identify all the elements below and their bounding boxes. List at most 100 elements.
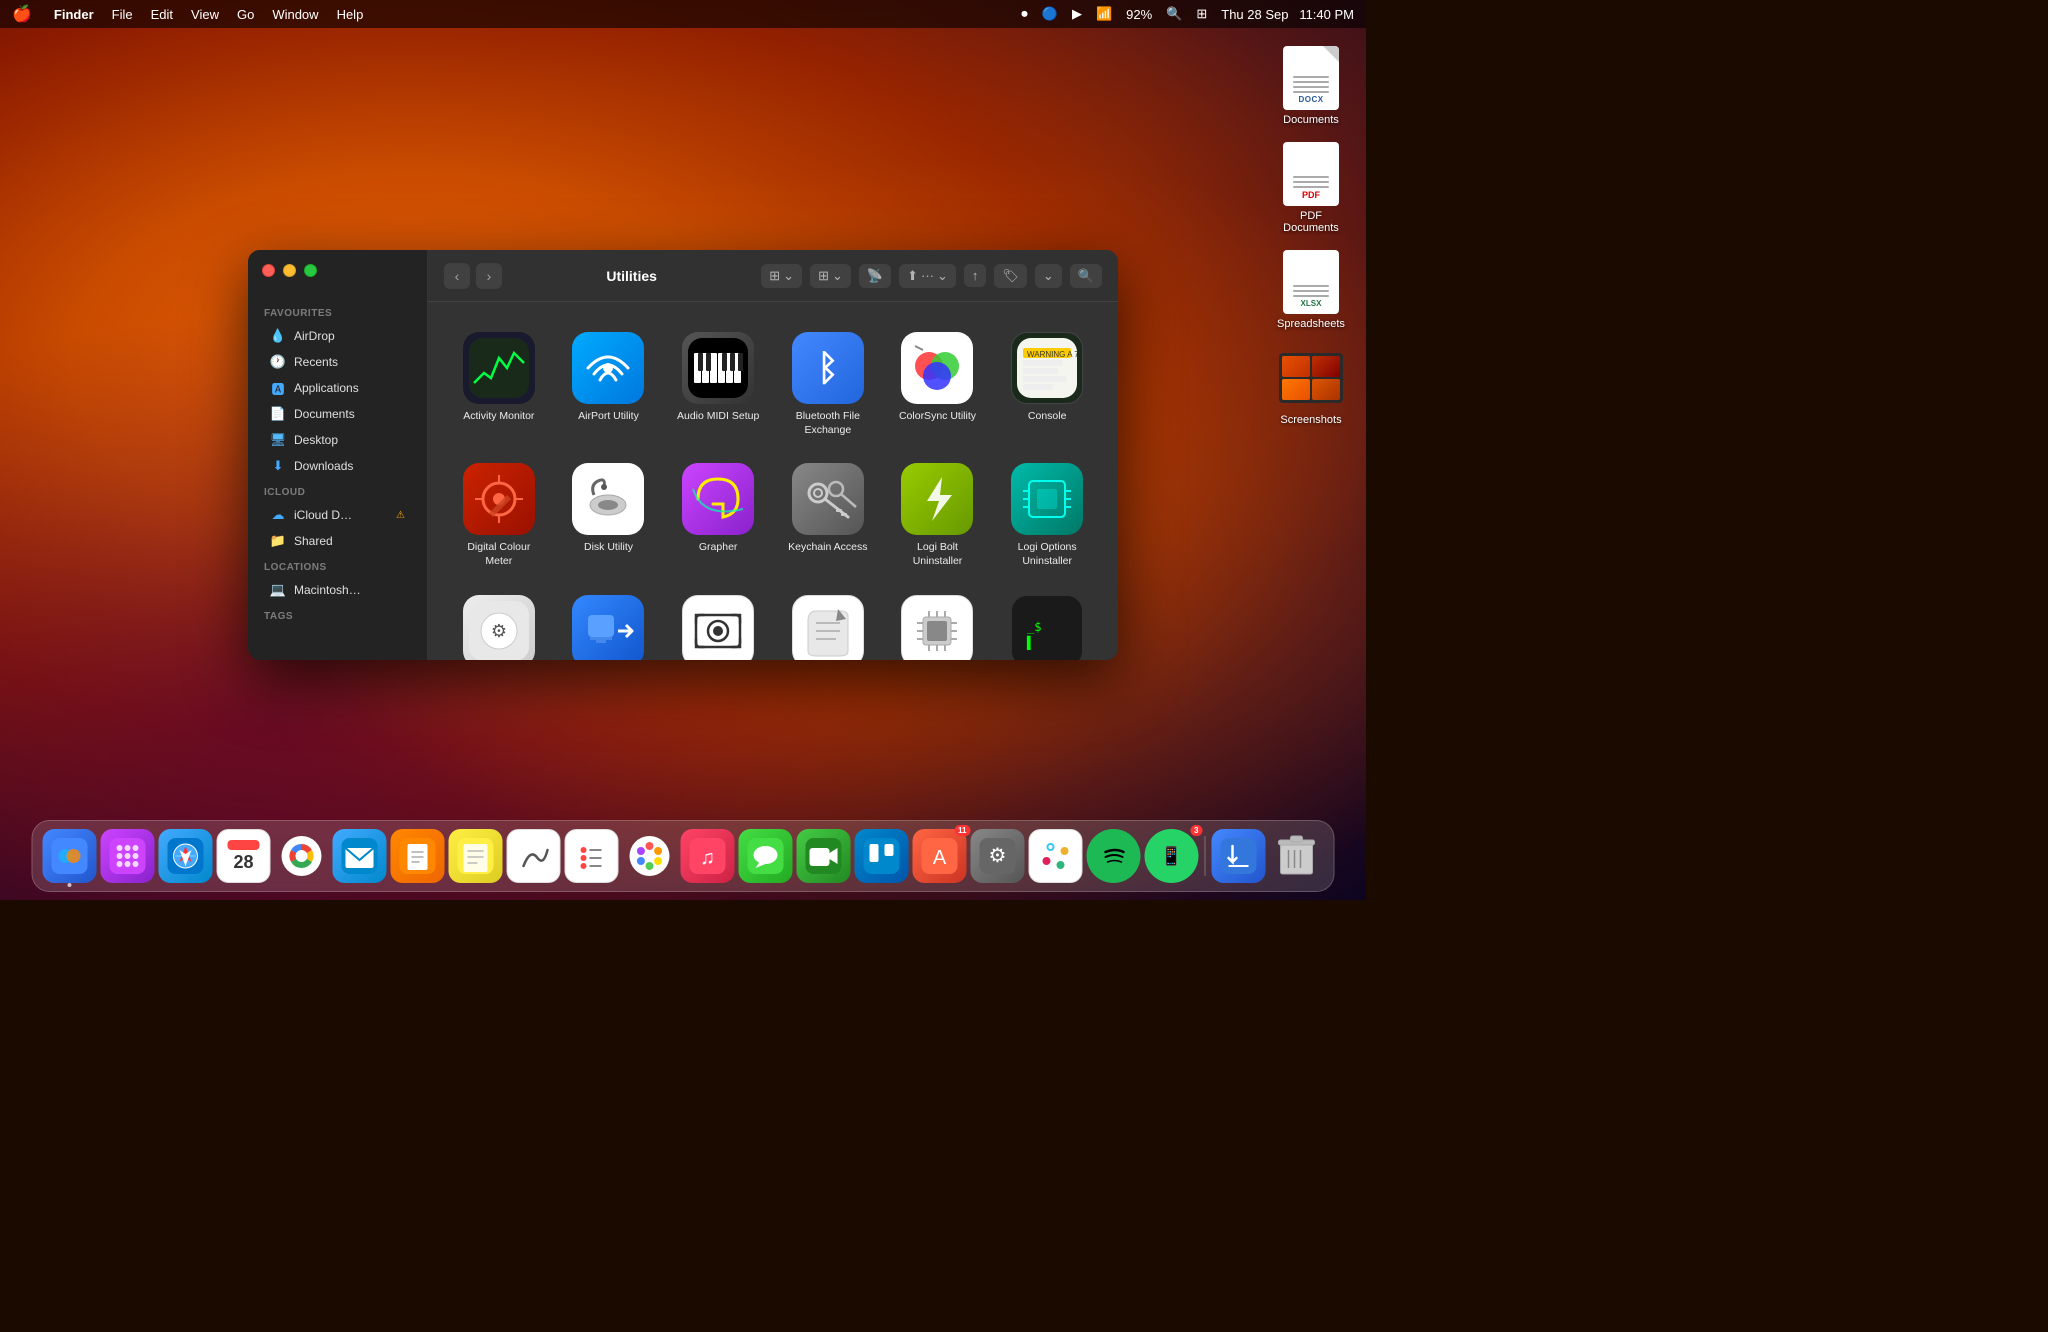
sidebar-item-desktop[interactable]: 🖥 Desktop xyxy=(254,428,421,452)
app-item-digital-colour[interactable]: Digital Colour Meter xyxy=(448,453,550,576)
list-view-icon: ⊞ xyxy=(818,268,829,284)
menubar-control-center-icon[interactable]: ⊞ xyxy=(1196,6,1207,22)
sidebar-item-macintosh[interactable]: 💻 Macintosh… xyxy=(254,578,421,602)
app-item-airport[interactable]: AirPort Utility xyxy=(558,322,660,445)
dock-freeform[interactable] xyxy=(507,829,561,883)
dock-pages[interactable] xyxy=(391,829,445,883)
share-button[interactable]: ⬆ ··· ⌄ xyxy=(899,264,956,288)
colorsync-label: ColorSync Utility xyxy=(899,410,976,424)
activity-monitor-label: Activity Monitor xyxy=(463,410,534,424)
menubar-window[interactable]: Window xyxy=(272,7,318,22)
sidebar-item-downloads[interactable]: ⬇ Downloads xyxy=(254,454,421,478)
app-item-system-info[interactable]: System Information xyxy=(887,585,989,660)
dock-photos[interactable] xyxy=(623,829,677,883)
menubar-bluetooth-icon[interactable]: 🔵 xyxy=(1042,6,1058,22)
app-item-logi-options-plus[interactable]: ⚙ Logi Options+ Driver In…r.bundle xyxy=(448,585,550,660)
dock-spotify[interactable] xyxy=(1087,829,1141,883)
maximize-button[interactable] xyxy=(304,264,317,277)
keychain-icon xyxy=(792,463,864,535)
desktop-icon-documents[interactable]: DOCX Documents xyxy=(1266,40,1356,132)
view-list-button[interactable]: ⊞ ⌄ xyxy=(810,264,851,288)
app-item-audio-midi[interactable]: Audio MIDI Setup xyxy=(667,322,769,445)
tag-button[interactable]: 🏷 xyxy=(994,264,1027,288)
dock-finder[interactable] xyxy=(43,829,97,883)
sidebar-item-airdrop[interactable]: 💧 AirDrop xyxy=(254,324,421,348)
app-item-keychain[interactable]: Keychain Access xyxy=(777,453,879,576)
app-item-migration[interactable]: Migration Assistant xyxy=(558,585,660,660)
airdrop-toolbar-button[interactable]: 📡 xyxy=(859,264,891,288)
dock-trello[interactable] xyxy=(855,829,909,883)
audio-midi-icon xyxy=(682,332,754,404)
menubar-view[interactable]: View xyxy=(191,7,219,22)
toolbar-actions: ⊞ ⌄ ⊞ ⌄ 📡 ⬆ ··· ⌄ ↑ xyxy=(761,264,1102,288)
dock-system-prefs[interactable]: ⚙ xyxy=(971,829,1025,883)
svg-text:28: 28 xyxy=(233,852,253,872)
export-icon: ↑ xyxy=(972,268,979,283)
dock: 28 ♫ A 11 xyxy=(32,820,1335,892)
share2-button[interactable]: ↑ xyxy=(964,264,987,287)
app-item-colorsync[interactable]: ColorSync Utility xyxy=(887,322,989,445)
airport-icon xyxy=(572,332,644,404)
app-item-script-editor[interactable]: Script Editor xyxy=(777,585,879,660)
forward-button[interactable]: › xyxy=(476,263,502,289)
traffic-lights xyxy=(262,264,317,277)
recents-icon: 🕐 xyxy=(270,354,286,370)
desktop-icons-area: DOCX Documents PDF PDF Documents xyxy=(1266,40,1356,432)
dock-downloads[interactable] xyxy=(1212,829,1266,883)
sidebar-item-icloud-drive[interactable]: ☁ iCloud D… ⚠ xyxy=(254,503,421,527)
menubar-edit[interactable]: Edit xyxy=(151,7,173,22)
dock-music[interactable]: ♫ xyxy=(681,829,735,883)
dock-altstore[interactable]: A 11 xyxy=(913,829,967,883)
sidebar-icloud-header: iCloud xyxy=(248,479,427,502)
dock-notes[interactable] xyxy=(449,829,503,883)
app-item-console[interactable]: WARNING A 7:36 Console xyxy=(996,322,1098,445)
dock-slack[interactable] xyxy=(1029,829,1083,883)
app-grid: Activity Monitor AirPort Utility xyxy=(448,322,1098,660)
app-item-activity-monitor[interactable]: Activity Monitor xyxy=(448,322,550,445)
desktop-icon-pdf[interactable]: PDF PDF Documents xyxy=(1266,136,1356,240)
dock-mail[interactable] xyxy=(333,829,387,883)
dock-safari[interactable] xyxy=(159,829,213,883)
share-icon: ⬆ xyxy=(907,268,918,284)
desktop-icon-screenshots[interactable]: Screenshots xyxy=(1266,340,1356,432)
dock-launchpad[interactable] xyxy=(101,829,155,883)
menubar-wifi-icon[interactable]: 📶 xyxy=(1096,6,1112,22)
dock-trash[interactable] xyxy=(1270,829,1324,883)
search-toolbar-button[interactable]: 🔍 xyxy=(1070,264,1102,288)
dock-calendar[interactable]: 28 xyxy=(217,829,271,883)
app-item-grapher[interactable]: Grapher xyxy=(667,453,769,576)
menubar-finder[interactable]: Finder xyxy=(54,7,94,22)
sidebar-item-recents[interactable]: 🕐 Recents xyxy=(254,350,421,374)
dock-whatsapp[interactable]: 📱 3 xyxy=(1145,829,1199,883)
view-icon-button[interactable]: ⊞ ⌄ xyxy=(761,264,802,288)
dock-messages[interactable] xyxy=(739,829,793,883)
sidebar-favourites-header: Favourites xyxy=(248,300,427,323)
menubar-file[interactable]: File xyxy=(112,7,133,22)
app-item-logi-bolt[interactable]: Logi Bolt Uninstaller xyxy=(887,453,989,576)
dock-facetime[interactable] xyxy=(797,829,851,883)
app-item-bluetooth[interactable]: ᛒ Bluetooth File Exchange xyxy=(777,322,879,445)
dock-reminders[interactable] xyxy=(565,829,619,883)
menubar-help[interactable]: Help xyxy=(337,7,364,22)
sidebar-item-applications[interactable]: 🅰 Applications xyxy=(254,376,421,400)
digital-colour-icon xyxy=(463,463,535,535)
svg-text:⚙: ⚙ xyxy=(989,845,1007,867)
menubar-clock: Thu 28 Sep 11:40 PM xyxy=(1221,7,1354,22)
app-item-terminal[interactable]: _$ ▌ Terminal xyxy=(996,585,1098,660)
app-item-logi-options-uninstaller[interactable]: Logi Options Uninstaller xyxy=(996,453,1098,576)
close-button[interactable] xyxy=(262,264,275,277)
app-item-disk-utility[interactable]: Disk Utility xyxy=(558,453,660,576)
menubar-go[interactable]: Go xyxy=(237,7,254,22)
minimize-button[interactable] xyxy=(283,264,296,277)
sidebar-item-shared[interactable]: 📁 Shared xyxy=(254,529,421,553)
app-item-screenshot[interactable]: Screenshot xyxy=(667,585,769,660)
system-info-icon xyxy=(901,595,973,660)
back-button[interactable]: ‹ xyxy=(444,263,470,289)
desktop-icon-spreadsheets[interactable]: XLSX Spreadsheets xyxy=(1266,244,1356,336)
more-button[interactable]: ⌄ xyxy=(1035,264,1062,288)
chevron3-icon: ⌄ xyxy=(937,268,948,284)
menubar-search-icon[interactable]: 🔍 xyxy=(1166,6,1182,22)
sidebar-item-documents[interactable]: 📄 Documents xyxy=(254,402,421,426)
dock-chrome[interactable] xyxy=(275,829,329,883)
apple-menu[interactable]: 🍎 xyxy=(12,4,32,24)
